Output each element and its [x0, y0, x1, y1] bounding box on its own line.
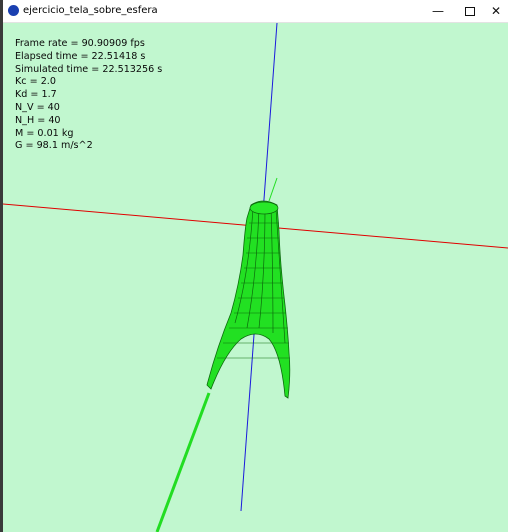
title-bar[interactable]: ejercicio_tela_sobre_esfera — ✕: [3, 0, 508, 23]
hud-frame-rate: Frame rate = 90.90909 fps: [15, 38, 145, 49]
hud-nv: N_V = 40: [15, 101, 60, 113]
hud-gravity: G = 98.1 m/s^2: [15, 140, 93, 152]
hud-simulated-time: Simulated time = 22.513256 s: [15, 63, 163, 75]
z-axis-stub: [268, 177, 278, 202]
minimize-button[interactable]: —: [423, 0, 453, 22]
close-button[interactable]: ✕: [481, 0, 508, 22]
hud-nh: N_H = 40: [15, 114, 61, 126]
window-title: ejercicio_tela_sobre_esfera: [23, 5, 158, 16]
hud-mass: M = 0.01 kg: [15, 127, 74, 139]
cloth-mesh: [206, 200, 291, 399]
hud-elapsed-time: Elapsed time = 22.51418 s: [15, 50, 146, 62]
green-string-line: [155, 392, 211, 532]
stats-overlay: Frame rate = 90.90909 fps Elapsed time =…: [15, 38, 162, 153]
app-window: ejercicio_tela_sobre_esfera — ✕ Frame ra…: [3, 0, 508, 532]
hud-kd: Kd = 1.7: [15, 89, 57, 101]
render-viewport[interactable]: Frame rate = 90.90909 fps Elapsed time =…: [3, 23, 508, 532]
hud-kc: Kc = 2.0: [15, 76, 56, 88]
maximize-icon: [465, 7, 475, 16]
processing-app-icon: [8, 5, 19, 16]
